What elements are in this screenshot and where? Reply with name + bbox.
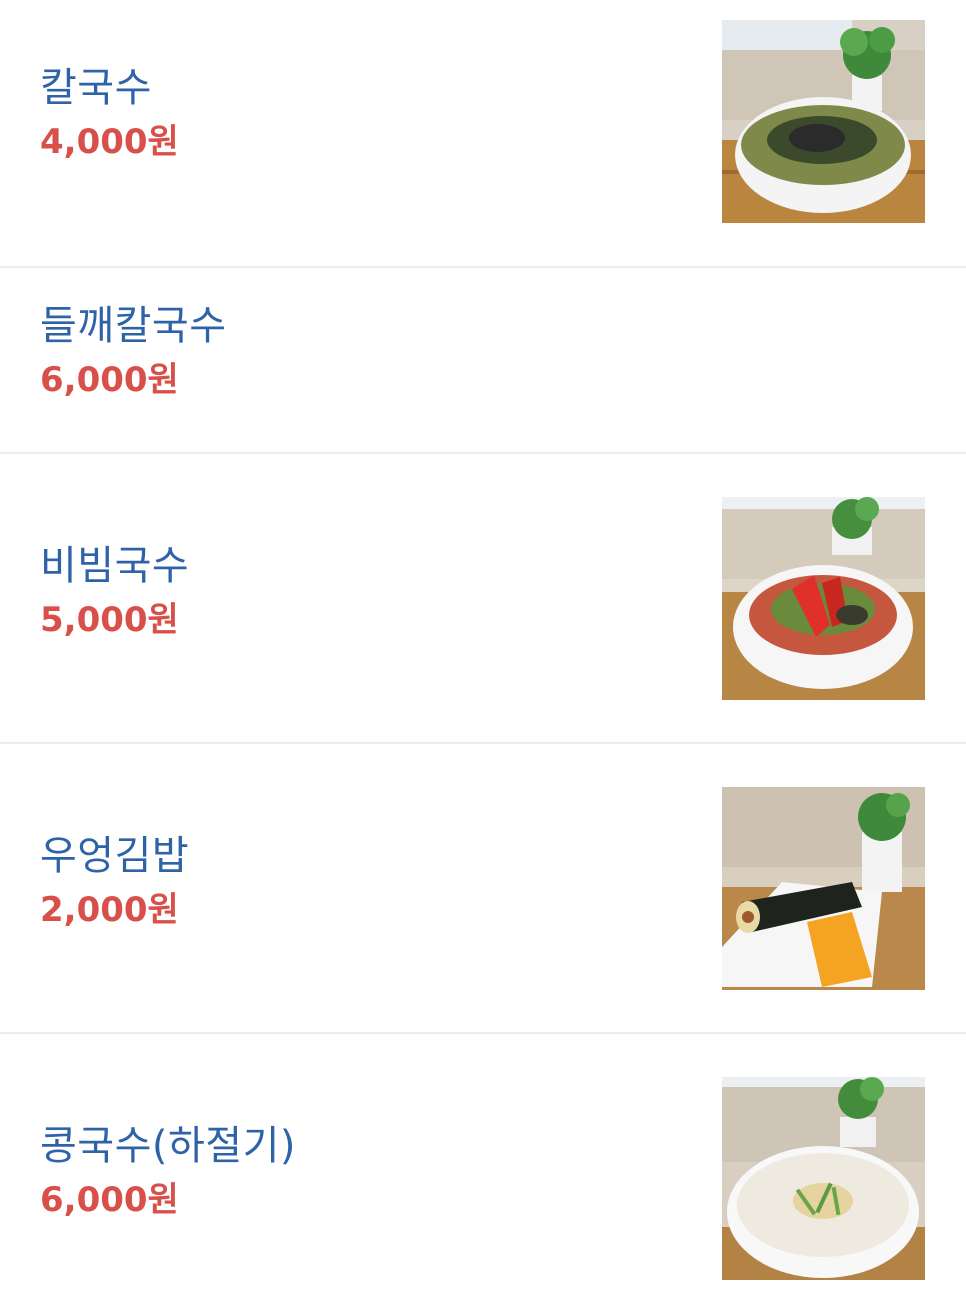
menu-item-price: 4,000원 <box>40 122 179 162</box>
menu-item-price: 6,000원 <box>40 1180 179 1220</box>
menu-item-name: 우엉김밥 <box>40 833 190 879</box>
menu-item-name: 비빔국수 <box>40 543 190 589</box>
menu-item-bibimguksu[interactable]: 비빔국수 5,000원 <box>0 454 966 744</box>
menu-item-name: 칼국수 <box>40 65 152 111</box>
menu-item-kalguksu[interactable]: 칼국수 4,000원 <box>0 0 966 268</box>
menu-item-price: 2,000원 <box>40 890 179 930</box>
menu-list: 칼국수 4,000원 들깨칼국수 6,000원 비빔국수 5,000원 우엉김밥… <box>0 0 966 1304</box>
menu-item-kongguksu[interactable]: 콩국수(하절기) 6,000원 <box>0 1034 966 1304</box>
menu-item-price: 6,000원 <box>40 360 179 400</box>
bibimguksu-photo[interactable] <box>722 497 925 700</box>
menu-item-ueong-gimbap[interactable]: 우엉김밥 2,000원 <box>0 744 966 1034</box>
gimbap-photo[interactable] <box>722 787 925 990</box>
menu-item-text: 우엉김밥 2,000원 <box>40 832 189 930</box>
menu-item-price: 5,000원 <box>40 600 179 640</box>
menu-item-name: 콩국수(하절기) <box>40 1123 297 1169</box>
kongguksu-photo[interactable] <box>722 1077 925 1280</box>
menu-item-text: 칼국수 4,000원 <box>40 64 179 162</box>
menu-item-text: 들깨칼국수 6,000원 <box>40 302 227 400</box>
menu-item-deulkkae-kalguksu[interactable]: 들깨칼국수 6,000원 <box>0 268 966 454</box>
menu-item-name: 들깨칼국수 <box>40 303 227 349</box>
menu-item-text: 콩국수(하절기) 6,000원 <box>40 1122 296 1220</box>
kalguksu-photo[interactable] <box>722 20 925 223</box>
menu-item-text: 비빔국수 5,000원 <box>40 542 189 640</box>
